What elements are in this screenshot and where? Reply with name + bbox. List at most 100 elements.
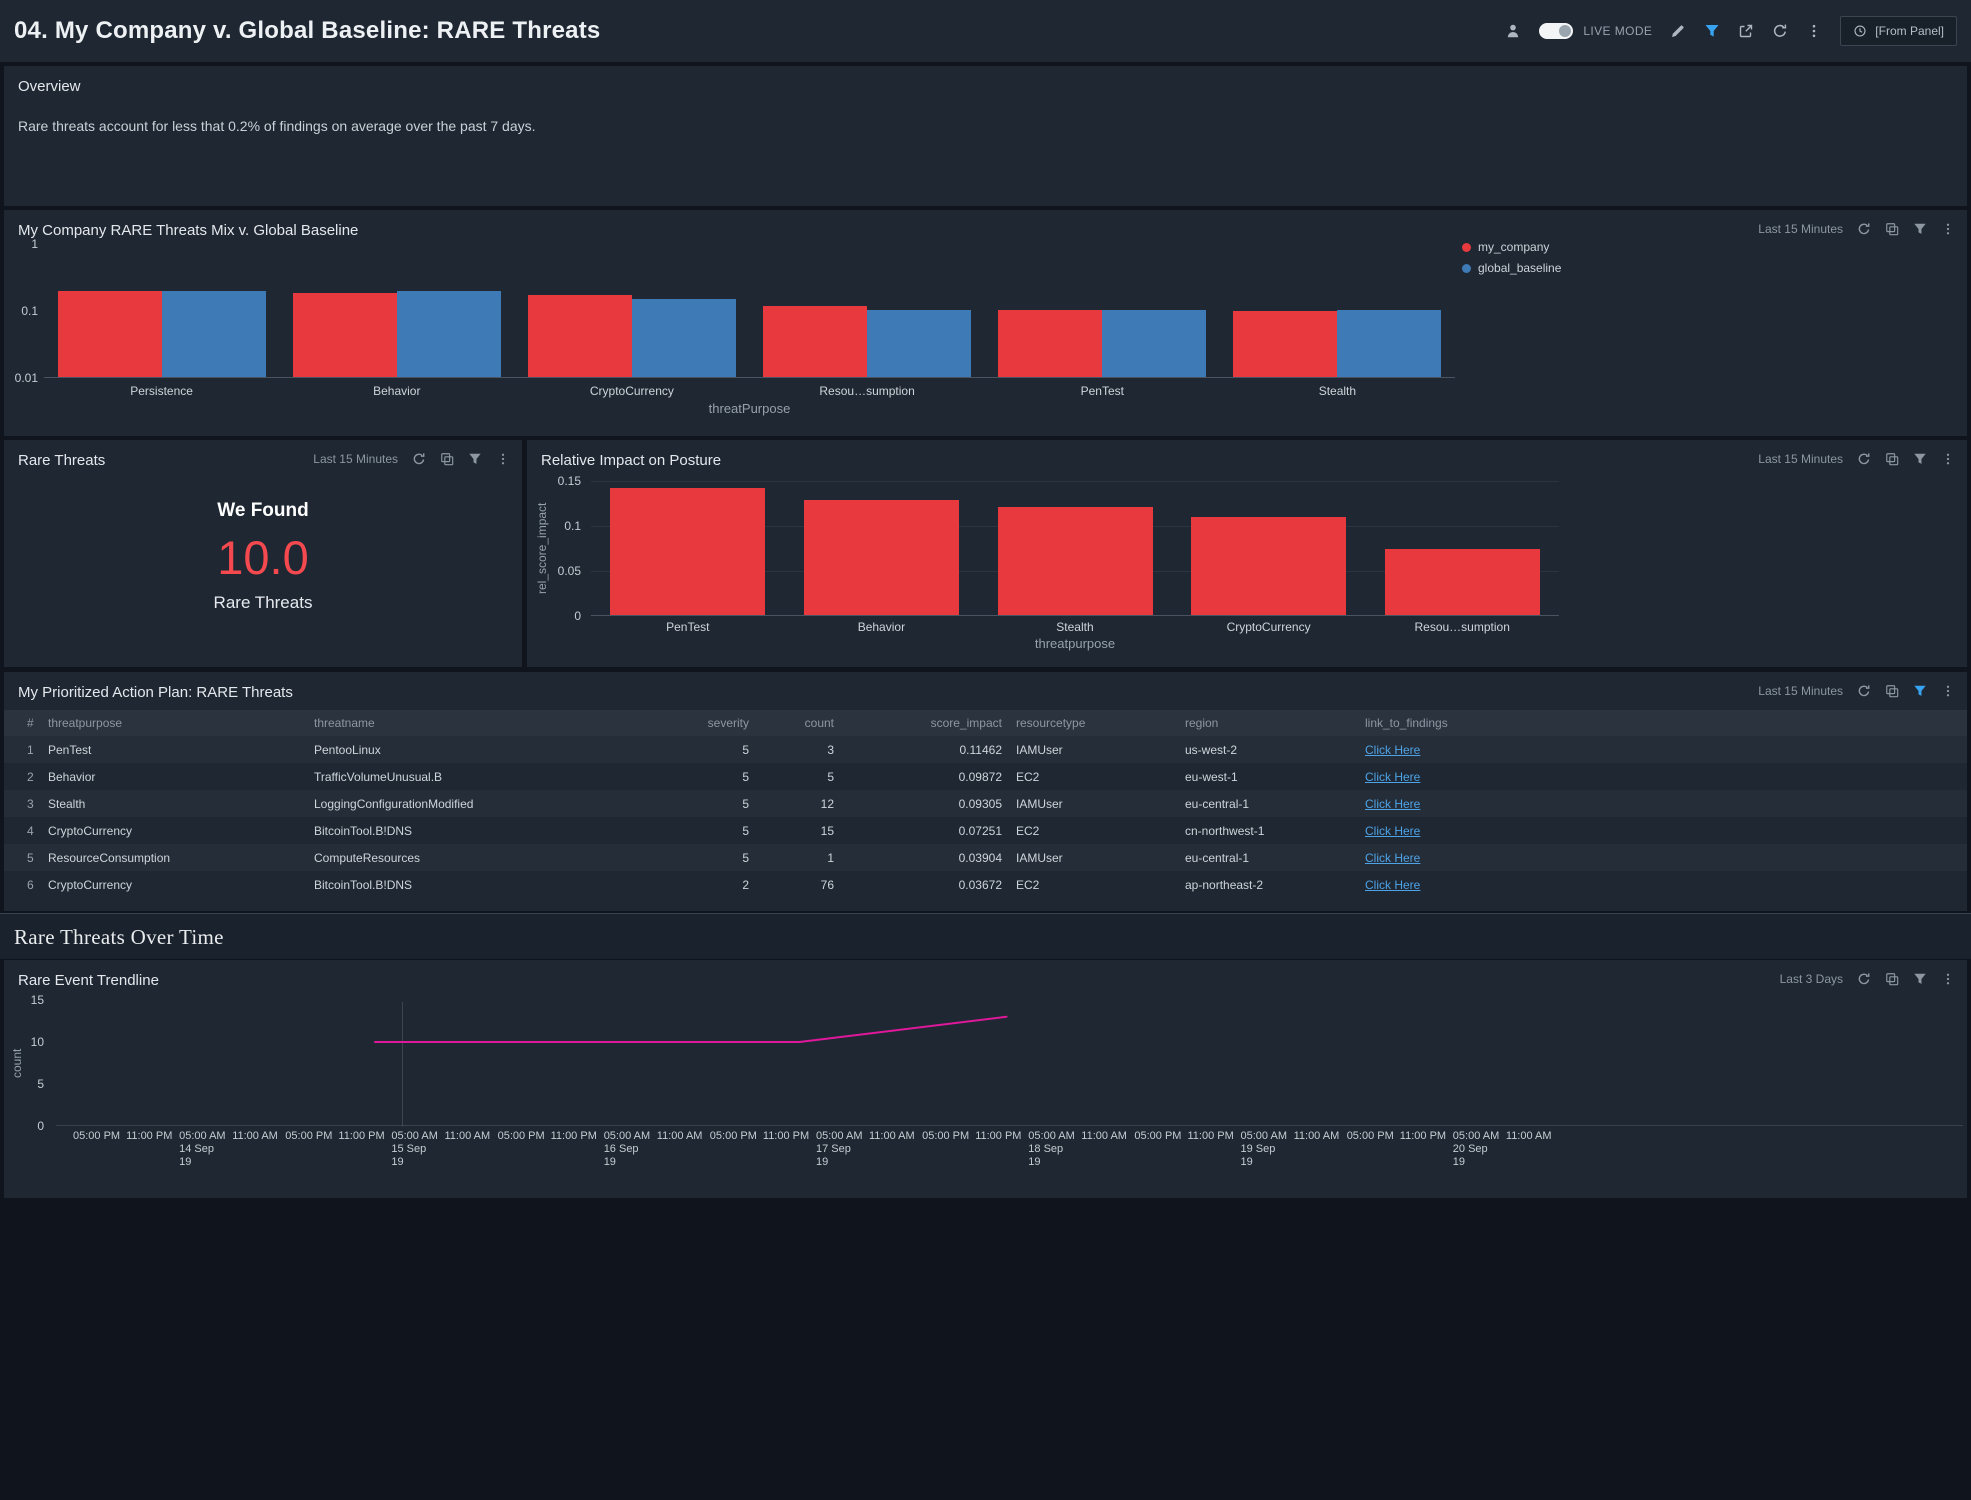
table-cell: ResourceConsumption xyxy=(48,851,314,865)
panel-controls: Last 15 Minutes xyxy=(1758,684,1955,698)
chart-bar-global_baseline[interactable] xyxy=(632,299,736,377)
findings-link[interactable]: Click Here xyxy=(1359,797,1953,811)
column-header-threatpurpose[interactable]: threatpurpose xyxy=(48,716,314,730)
kebab-menu-icon[interactable] xyxy=(1941,452,1955,466)
x-tick-label: 11:00 AM xyxy=(1294,1130,1354,1143)
filter-icon[interactable] xyxy=(1704,23,1720,39)
panel-action-plan: My Prioritized Action Plan: RARE Threats… xyxy=(4,672,1967,911)
chart-bar-my_company[interactable] xyxy=(58,291,162,377)
filter-icon[interactable] xyxy=(1913,972,1927,986)
time-range-label[interactable]: Last 15 Minutes xyxy=(1758,222,1843,236)
chart-bar[interactable] xyxy=(998,507,1153,615)
kebab-menu-icon[interactable] xyxy=(496,452,510,466)
table-cell: cn-northwest-1 xyxy=(1185,824,1359,838)
chart-bar-my_company[interactable] xyxy=(763,306,867,377)
x-category-label: CryptoCurrency xyxy=(1172,620,1366,634)
table-row: 6CryptoCurrencyBitcoinTool.B!DNS2760.036… xyxy=(4,871,1967,898)
from-panel-button[interactable]: [From Panel] xyxy=(1840,16,1957,46)
time-range-label[interactable]: Last 3 Days xyxy=(1780,972,1843,986)
dashboard-header: 04. My Company v. Global Baseline: RARE … xyxy=(0,0,1971,62)
impact-x-categories: PenTestBehaviorStealthCryptoCurrencyReso… xyxy=(591,620,1559,636)
chart-bar-my_company[interactable] xyxy=(1233,311,1337,377)
column-header-count[interactable]: count xyxy=(749,716,834,730)
chart-bar-global_baseline[interactable] xyxy=(1102,310,1206,377)
mix-legend: my_company global_baseline xyxy=(1462,240,1561,275)
findings-link[interactable]: Click Here xyxy=(1359,770,1953,784)
copy-icon[interactable] xyxy=(440,452,454,466)
copy-icon[interactable] xyxy=(1885,972,1899,986)
table-cell: 5 xyxy=(670,851,749,865)
filter-icon[interactable] xyxy=(1913,684,1927,698)
column-header-threatname[interactable]: threatname xyxy=(314,716,670,730)
x-tick-label: 05:00 AM20 Sep19 xyxy=(1453,1130,1513,1169)
chart-bar-global_baseline[interactable] xyxy=(867,310,971,377)
kebab-menu-icon[interactable] xyxy=(1806,23,1822,39)
filter-icon[interactable] xyxy=(468,452,482,466)
chart-bar[interactable] xyxy=(610,488,765,615)
panel-overview: Overview Rare threats account for less t… xyxy=(4,66,1967,206)
chart-bar[interactable] xyxy=(1385,549,1540,615)
findings-link[interactable]: Click Here xyxy=(1359,824,1953,838)
table-row: 2BehaviorTrafficVolumeUnusual.B550.09872… xyxy=(4,763,1967,790)
copy-icon[interactable] xyxy=(1885,222,1899,236)
kebab-menu-icon[interactable] xyxy=(1941,972,1955,986)
refresh-icon[interactable] xyxy=(412,452,426,466)
filter-icon[interactable] xyxy=(1913,222,1927,236)
time-range-label[interactable]: Last 15 Minutes xyxy=(1758,684,1843,698)
x-category-label: Stealth xyxy=(978,620,1172,634)
column-header-link-to-findings[interactable]: link_to_findings xyxy=(1359,716,1953,730)
column-header-score-impact[interactable]: score_impact xyxy=(834,716,1002,730)
table-cell: 5 xyxy=(670,824,749,838)
column-header-col-0[interactable]: # xyxy=(18,716,48,730)
chart-bar[interactable] xyxy=(1191,517,1346,615)
kebab-menu-icon[interactable] xyxy=(1941,684,1955,698)
chart-bar-my_company[interactable] xyxy=(528,295,632,377)
chart-bar-global_baseline[interactable] xyxy=(162,291,266,377)
x-category-label: PenTest xyxy=(985,384,1220,398)
refresh-icon[interactable] xyxy=(1857,222,1871,236)
x-tick-label: 05:00 AM18 Sep19 xyxy=(1028,1130,1088,1169)
live-mode-toggle[interactable] xyxy=(1539,23,1573,39)
chart-bar-global_baseline[interactable] xyxy=(1337,310,1441,377)
refresh-icon[interactable] xyxy=(1857,452,1871,466)
time-range-label[interactable]: Last 15 Minutes xyxy=(1758,452,1843,466)
table-cell: CryptoCurrency xyxy=(48,878,314,892)
legend-item-global_baseline[interactable]: global_baseline xyxy=(1462,261,1561,275)
chart-bar-my_company[interactable] xyxy=(998,310,1102,377)
y-tick-label: 0 xyxy=(574,609,581,623)
copy-icon[interactable] xyxy=(1885,684,1899,698)
chart-bar-my_company[interactable] xyxy=(293,293,397,377)
column-header-resourcetype[interactable]: resourcetype xyxy=(1002,716,1185,730)
refresh-icon[interactable] xyxy=(1857,972,1871,986)
findings-link[interactable]: Click Here xyxy=(1359,878,1953,892)
findings-link[interactable]: Click Here xyxy=(1359,743,1953,757)
findings-link[interactable]: Click Here xyxy=(1359,851,1953,865)
chart-bar-global_baseline[interactable] xyxy=(397,291,501,377)
filter-icon[interactable] xyxy=(1913,452,1927,466)
column-header-severity[interactable]: severity xyxy=(670,716,749,730)
table-cell: 5 xyxy=(670,743,749,757)
time-range-label[interactable]: Last 15 Minutes xyxy=(313,452,398,466)
copy-icon[interactable] xyxy=(1885,452,1899,466)
clock-icon xyxy=(1853,24,1867,38)
kebab-menu-icon[interactable] xyxy=(1941,222,1955,236)
column-header-region[interactable]: region xyxy=(1185,716,1359,730)
refresh-icon[interactable] xyxy=(1857,684,1871,698)
export-icon[interactable] xyxy=(1738,23,1754,39)
panel-controls: Last 3 Days xyxy=(1780,972,1955,986)
table-cell: 76 xyxy=(749,878,834,892)
panel-controls: Last 15 Minutes xyxy=(313,452,510,466)
toggle-knob xyxy=(1559,25,1571,37)
x-category-label: Stealth xyxy=(1220,384,1455,398)
table-cell: 3 xyxy=(749,743,834,757)
table-cell: 5 xyxy=(670,797,749,811)
x-tick-label: 05:00 AM17 Sep19 xyxy=(816,1130,876,1169)
impact-y-axis: 00.050.10.15 xyxy=(547,440,583,667)
legend-item-my_company[interactable]: my_company xyxy=(1462,240,1561,254)
table-cell: TrafficVolumeUnusual.B xyxy=(314,770,670,784)
chart-bar[interactable] xyxy=(804,500,959,615)
edit-icon[interactable] xyxy=(1670,23,1686,39)
dashboard-title: 04. My Company v. Global Baseline: RARE … xyxy=(14,17,600,45)
x-category-label: Resou…sumption xyxy=(750,384,985,398)
refresh-icon[interactable] xyxy=(1772,23,1788,39)
